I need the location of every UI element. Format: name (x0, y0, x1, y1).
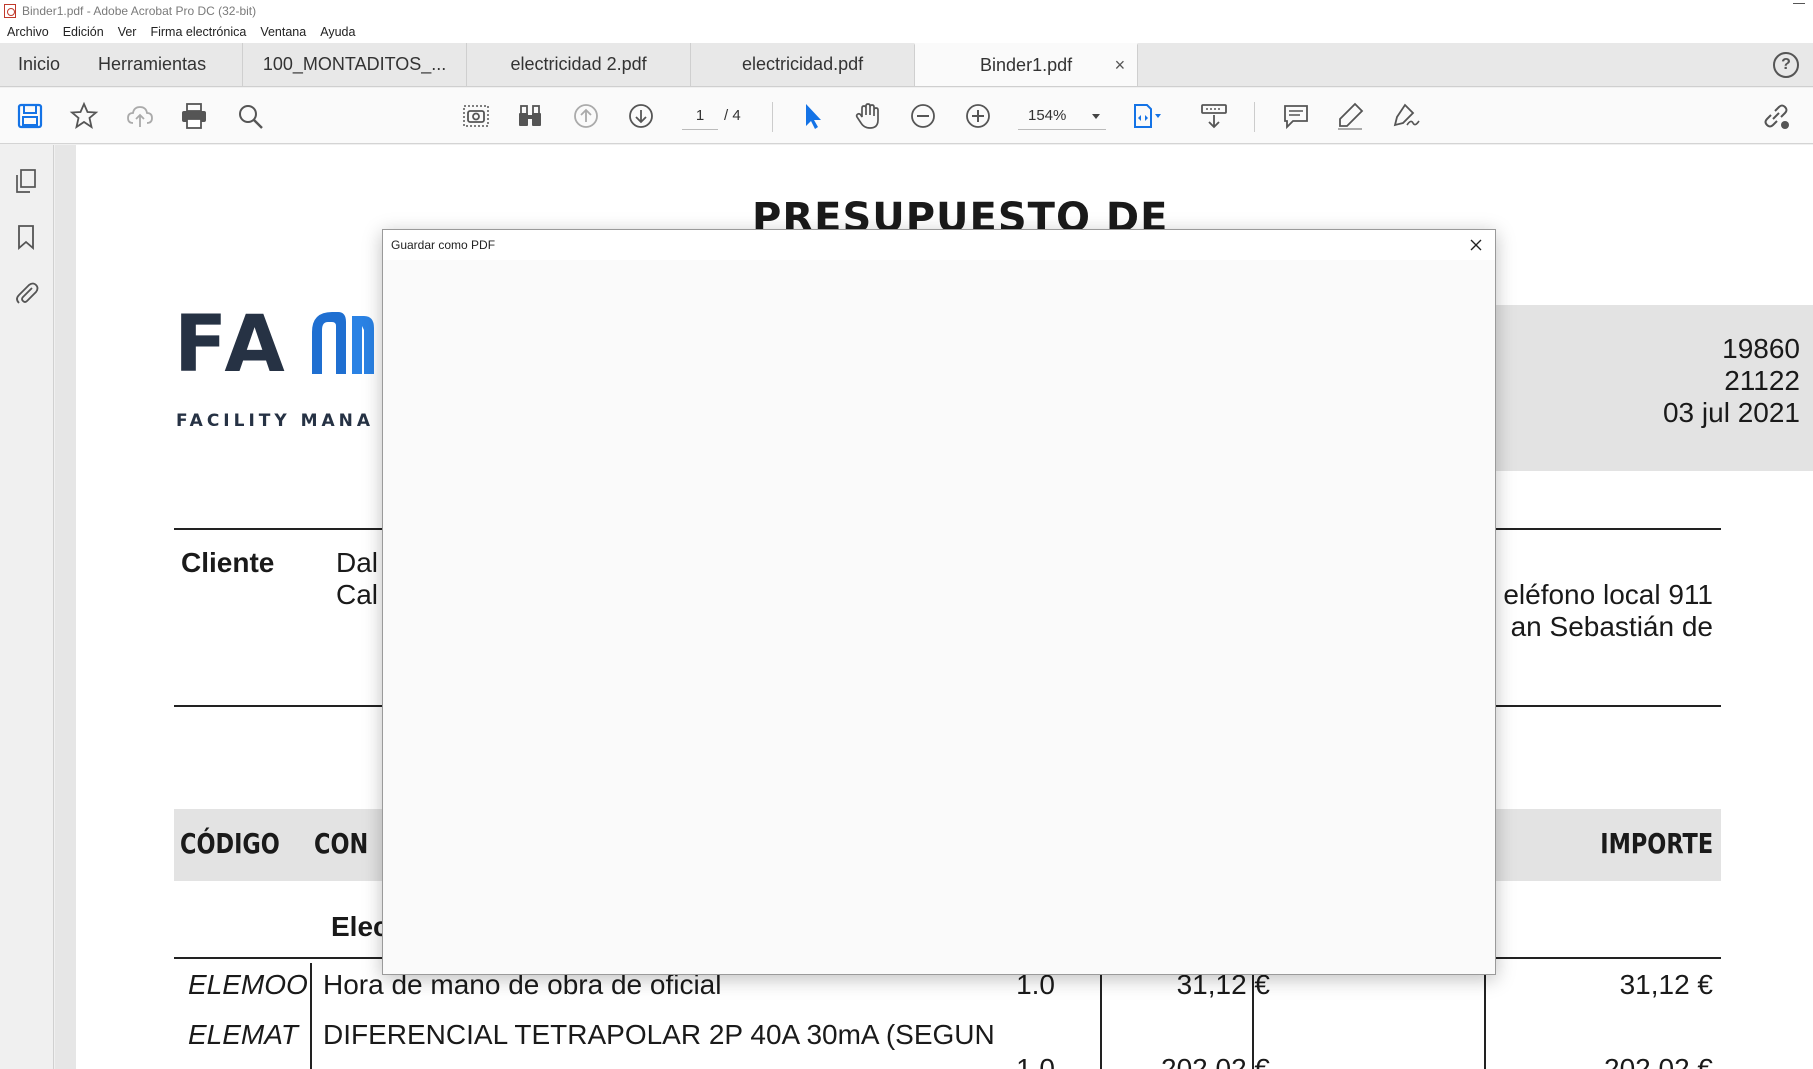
chevron-down-icon (1092, 114, 1100, 119)
tab-document[interactable]: electricidad.pdf (690, 43, 914, 86)
table-cell-code: ELEMAT (188, 1019, 298, 1050)
guardar-como-pdf-dialog[interactable]: Guardar como PDF (382, 229, 1496, 975)
nav-herramientas[interactable]: Herramientas (78, 43, 242, 86)
client-contact-line: an Sebastián de (1510, 611, 1713, 642)
close-icon[interactable] (1465, 234, 1487, 256)
invoice-reference: 21122 (1724, 365, 1800, 396)
menu-edicion[interactable]: Edición (63, 25, 104, 39)
th-codigo: CÓDIGO (180, 827, 280, 860)
acrobat-app-icon (4, 3, 16, 18)
page-thumbnails-icon[interactable] (12, 167, 40, 195)
page-total: / 4 (724, 107, 741, 124)
tab-close-icon[interactable]: × (1115, 55, 1126, 76)
previous-page-icon[interactable] (570, 100, 602, 132)
tab-document[interactable]: electricidad 2.pdf (466, 43, 690, 86)
zoom-level-select[interactable]: 154% (1018, 102, 1106, 130)
table-cell-amount: 202,02 € (1604, 1053, 1713, 1069)
print-icon[interactable] (178, 100, 210, 132)
table-column-line (1484, 963, 1486, 1069)
dialog-titlebar: Guardar como PDF (383, 230, 1495, 260)
save-icon[interactable] (14, 100, 46, 132)
dialog-title: Guardar como PDF (391, 238, 496, 252)
nav-inicio[interactable]: Inicio (0, 43, 78, 86)
next-page-icon[interactable] (625, 100, 657, 132)
toolbar-divider (772, 102, 773, 132)
zoom-out-icon[interactable] (907, 100, 939, 132)
invoice-info-box: 19860 21122 03 jul 2021 (1496, 305, 1813, 471)
menu-ayuda[interactable]: Ayuda (320, 25, 355, 39)
zoom-value: 154% (1028, 107, 1067, 124)
client-contact-line: eléfono local 911 (1503, 579, 1713, 610)
share-link-icon[interactable] (1760, 100, 1792, 132)
comment-icon[interactable] (1280, 100, 1312, 132)
menu-firma-electronica[interactable]: Firma electrónica (150, 25, 246, 39)
binoculars-icon[interactable] (514, 100, 546, 132)
menu-ventana[interactable]: Ventana (260, 25, 306, 39)
cliente-line: Cal (336, 579, 379, 610)
attachment-icon[interactable] (12, 279, 40, 307)
search-icon[interactable] (234, 100, 266, 132)
window-titlebar: Binder1.pdf - Adobe Acrobat Pro DC (32-b… (0, 0, 1813, 21)
th-concepto: CON (314, 827, 369, 860)
company-logo-mark (312, 312, 374, 374)
table-column-line (310, 963, 312, 1069)
tab-label: 100_MONTADITOS_... (262, 54, 447, 74)
tab-document-active[interactable]: Binder1.pdf × (914, 43, 1139, 86)
table-cell-qty: 1.0 (1016, 1053, 1055, 1069)
company-logo-letters: FA (174, 300, 291, 390)
invoice-date: 03 jul 2021 (1662, 397, 1800, 428)
star-icon[interactable] (68, 100, 100, 132)
snapshot-icon[interactable] (460, 100, 492, 132)
window-title: Binder1.pdf - Adobe Acrobat Pro DC (32-b… (22, 3, 257, 18)
tab-label: Binder1.pdf (980, 55, 1073, 75)
navigation-pane (0, 145, 54, 1069)
scroll-mode-icon[interactable] (1198, 100, 1230, 132)
main-toolbar: 1 / 4 154% (0, 88, 1813, 144)
minimize-icon[interactable] (1793, 3, 1805, 4)
highlight-pen-icon[interactable] (1334, 100, 1366, 132)
menu-archivo[interactable]: Archivo (7, 25, 49, 39)
zoom-in-icon[interactable] (962, 100, 994, 132)
cliente-line: Dal (336, 547, 379, 578)
select-cursor-icon[interactable] (796, 100, 828, 132)
bookmark-icon[interactable] (12, 223, 40, 251)
menu-ver[interactable]: Ver (118, 25, 137, 39)
sign-pen-icon[interactable] (1390, 100, 1422, 132)
page-number-input[interactable]: 1 (682, 102, 718, 130)
invoice-number: 19860 (1722, 333, 1800, 364)
table-cell-code: ELEMOO (188, 969, 308, 1000)
help-icon[interactable]: ? (1773, 52, 1799, 78)
table-cell-concept: DIFERENCIAL TETRAPOLAR 2P 40A 30mA (SEGU… (323, 1019, 995, 1050)
tab-document[interactable]: 100_MONTADITOS_... (242, 43, 466, 86)
company-logo-subtitle: FACILITY MANA (176, 411, 375, 431)
th-importe: IMPORTE (1600, 827, 1713, 860)
toolbar-divider (1254, 102, 1255, 132)
cliente-label: Cliente (181, 547, 275, 578)
fit-page-icon[interactable] (1130, 100, 1162, 132)
cloud-upload-icon[interactable] (124, 100, 156, 132)
section-title: Elec (331, 911, 389, 942)
tab-label: electricidad.pdf (742, 54, 864, 74)
hand-tool-icon[interactable] (852, 100, 884, 132)
tab-label: electricidad 2.pdf (510, 54, 647, 74)
tab-bar: Inicio Herramientas 100_MONTADITOS_... e… (0, 43, 1813, 87)
table-cell-price: 202,02 € (1161, 1053, 1270, 1069)
table-column-line (1100, 963, 1102, 1069)
menu-bar: Archivo Edición Ver Firma electrónica Ve… (0, 21, 1813, 43)
table-cell-amount: 31,12 € (1619, 969, 1713, 1000)
